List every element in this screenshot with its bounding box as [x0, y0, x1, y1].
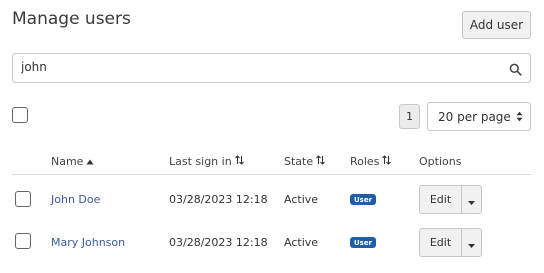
search-icon[interactable]	[509, 61, 522, 80]
pagination-page-button[interactable]: 1	[399, 104, 420, 129]
table-header-divider	[12, 174, 531, 175]
last-sign-in-value: 03/28/2023 12:18	[169, 236, 268, 249]
user-name-link[interactable]: Mary Johnson	[51, 236, 125, 249]
caret-down-icon	[468, 190, 475, 209]
column-header-roles[interactable]: Roles	[350, 155, 392, 168]
row-options: Edit	[419, 228, 482, 257]
options-dropdown-button[interactable]	[461, 185, 482, 214]
sort-ascending-icon	[86, 155, 94, 168]
user-name-link[interactable]: John Doe	[51, 193, 100, 206]
sort-icon	[316, 155, 326, 168]
select-all-checkbox[interactable]	[12, 107, 28, 123]
state-value: Active	[284, 236, 319, 249]
edit-button[interactable]: Edit	[419, 185, 461, 214]
role-badge: User	[350, 194, 376, 205]
last-sign-in-value: 03/28/2023 12:18	[169, 193, 268, 206]
row-checkbox[interactable]	[15, 233, 31, 249]
search-field[interactable]	[12, 53, 531, 83]
add-user-button[interactable]: Add user	[462, 11, 531, 39]
state-value: Active	[284, 193, 319, 206]
select-arrows-icon	[516, 111, 523, 125]
row-options: Edit	[419, 185, 482, 214]
column-header-options: Options	[419, 155, 462, 168]
options-dropdown-button[interactable]	[461, 228, 482, 257]
sort-icon	[234, 155, 244, 168]
column-header-state[interactable]: State	[284, 155, 326, 168]
search-input[interactable]	[21, 60, 491, 74]
row-checkbox[interactable]	[15, 191, 31, 207]
sort-icon	[382, 155, 392, 168]
per-page-select[interactable]: 20 per page	[427, 102, 531, 131]
per-page-label: 20 per page	[438, 109, 511, 124]
role-badge: User	[350, 237, 376, 248]
edit-button[interactable]: Edit	[419, 228, 461, 257]
caret-down-icon	[468, 233, 475, 252]
column-header-last-sign-in[interactable]: Last sign in	[169, 155, 244, 168]
page-title: Manage users	[12, 9, 131, 29]
column-header-name[interactable]: Name	[51, 155, 94, 168]
